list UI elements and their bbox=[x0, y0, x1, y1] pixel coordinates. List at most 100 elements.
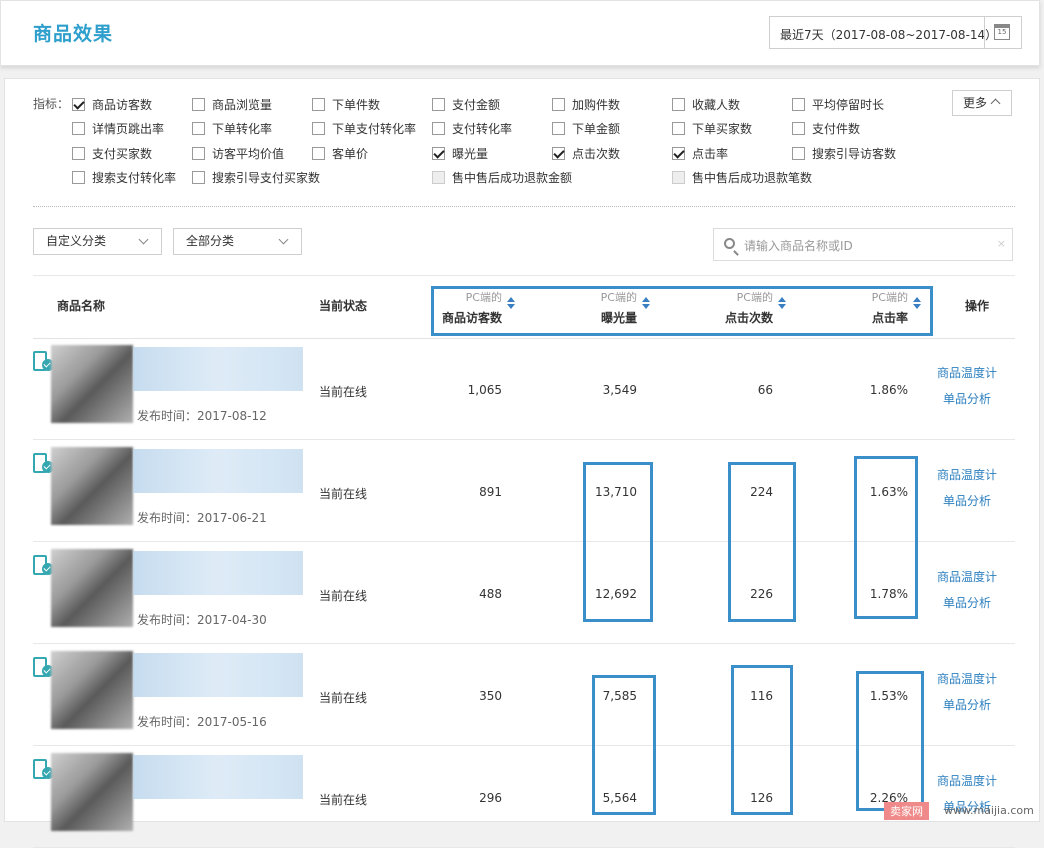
temperature-link[interactable]: 商品温度计 bbox=[937, 772, 997, 789]
publish-time: 发布时间：2017-06-21 bbox=[137, 511, 267, 525]
metric-checkbox[interactable] bbox=[432, 146, 445, 160]
metric-option[interactable]: 平均停留时长 bbox=[792, 96, 884, 112]
metric-option[interactable]: 曝光量 bbox=[432, 145, 488, 161]
ctr-highlight-box-2 bbox=[856, 671, 924, 811]
metric-option[interactable]: 支付买家数 bbox=[72, 145, 152, 161]
metric-option[interactable]: 点击率 bbox=[672, 145, 728, 161]
single-analysis-link[interactable]: 单品分析 bbox=[943, 390, 991, 407]
status-text: 当前在线 bbox=[319, 589, 368, 603]
metric-option[interactable]: 支付转化率 bbox=[432, 120, 512, 136]
metric-label: 商品浏览量 bbox=[212, 97, 273, 112]
date-range-text: 最近7天（2017-08-08~2017-08-14） bbox=[780, 28, 998, 42]
temperature-link[interactable]: 商品温度计 bbox=[937, 670, 997, 687]
metric-checkbox[interactable] bbox=[552, 146, 565, 160]
metric-checkbox[interactable] bbox=[432, 121, 445, 135]
metric-checkbox[interactable] bbox=[432, 97, 445, 111]
metric-option[interactable]: 支付件数 bbox=[792, 120, 860, 136]
status-text: 当前在线 bbox=[319, 793, 368, 807]
temperature-link[interactable]: 商品温度计 bbox=[937, 568, 997, 585]
metric-checkbox[interactable] bbox=[72, 121, 85, 135]
product-thumbnail[interactable] bbox=[51, 651, 133, 729]
product-title-blurred[interactable] bbox=[133, 653, 303, 697]
metric-option[interactable]: 下单件数 bbox=[312, 96, 380, 112]
metric-option[interactable]: 加购件数 bbox=[552, 96, 620, 112]
metric-label: 支付件数 bbox=[812, 121, 861, 136]
exposure-value: 3,549 bbox=[602, 383, 637, 397]
product-title-blurred[interactable] bbox=[133, 755, 303, 799]
metric-checkbox[interactable] bbox=[192, 146, 205, 160]
metric-option[interactable]: 搜索支付转化率 bbox=[72, 169, 176, 185]
status-text: 当前在线 bbox=[319, 487, 368, 501]
publish-time: 发布时间：2017-05-16 bbox=[137, 715, 267, 729]
metric-label: 商品访客数 bbox=[92, 97, 153, 112]
metric-checkbox[interactable] bbox=[72, 97, 85, 111]
watermark-url: www.maijia.com bbox=[944, 804, 1034, 817]
product-title-blurred[interactable] bbox=[133, 449, 303, 493]
metric-option[interactable]: 访客平均价值 bbox=[192, 145, 284, 161]
metric-option: 售中售后成功退款笔数 bbox=[672, 169, 812, 185]
metric-checkbox[interactable] bbox=[552, 121, 565, 135]
metric-checkbox[interactable] bbox=[792, 121, 805, 135]
metric-checkbox[interactable] bbox=[552, 97, 565, 111]
date-range-picker[interactable]: 最近7天（2017-08-08~2017-08-14） 15 bbox=[769, 16, 1022, 49]
product-thumbnail[interactable] bbox=[51, 447, 133, 525]
single-analysis-link[interactable]: 单品分析 bbox=[943, 492, 991, 509]
temperature-link[interactable]: 商品温度计 bbox=[937, 364, 997, 381]
metric-option[interactable]: 客单价 bbox=[312, 145, 368, 161]
metric-checkbox[interactable] bbox=[312, 121, 325, 135]
metric-option[interactable]: 收藏人数 bbox=[672, 96, 740, 112]
metric-checkbox[interactable] bbox=[672, 146, 685, 160]
metric-checkbox[interactable] bbox=[192, 97, 205, 111]
metric-option[interactable]: 支付金额 bbox=[432, 96, 500, 112]
metric-checkbox[interactable] bbox=[792, 97, 805, 111]
product-thumbnail[interactable] bbox=[51, 753, 133, 831]
clear-icon[interactable]: × bbox=[997, 237, 1006, 250]
watermark-logo: 卖家网 bbox=[884, 802, 929, 820]
custom-category-select[interactable]: 自定义分类 bbox=[33, 228, 162, 255]
search-input[interactable] bbox=[742, 235, 986, 257]
metric-option[interactable]: 商品浏览量 bbox=[192, 96, 272, 112]
single-analysis-link[interactable]: 单品分析 bbox=[943, 594, 991, 611]
product-thumbnail[interactable] bbox=[51, 549, 133, 627]
col-status: 当前状态 bbox=[319, 299, 368, 313]
metric-option[interactable]: 搜索引导访客数 bbox=[792, 145, 896, 161]
metric-checkbox[interactable] bbox=[312, 146, 325, 160]
product-search[interactable]: × bbox=[713, 228, 1013, 261]
chevron-down-icon bbox=[278, 234, 289, 245]
metric-option[interactable]: 搜索引导支付买家数 bbox=[192, 169, 320, 185]
ctr-highlight-box-1 bbox=[854, 456, 918, 619]
metric-option[interactable]: 详情页跳出率 bbox=[72, 120, 164, 136]
metric-option[interactable]: 下单转化率 bbox=[192, 120, 272, 136]
metric-checkbox[interactable] bbox=[72, 170, 85, 184]
metric-option[interactable]: 下单买家数 bbox=[672, 120, 752, 136]
metric-option[interactable]: 点击次数 bbox=[552, 145, 620, 161]
product-title-blurred[interactable] bbox=[133, 551, 303, 595]
metric-option[interactable]: 下单支付转化率 bbox=[312, 120, 416, 136]
metric-checkbox[interactable] bbox=[72, 146, 85, 160]
metric-checkbox[interactable] bbox=[192, 121, 205, 135]
clicks-value: 66 bbox=[757, 383, 773, 397]
metric-option[interactable]: 下单金额 bbox=[552, 120, 620, 136]
metric-checkbox[interactable] bbox=[312, 97, 325, 111]
more-button[interactable]: 更多 bbox=[952, 90, 1012, 116]
metric-option[interactable]: 商品访客数 bbox=[72, 96, 152, 112]
product-title-blurred[interactable] bbox=[133, 347, 303, 391]
metric-checkbox[interactable] bbox=[192, 170, 205, 184]
metric-label: 搜索支付转化率 bbox=[92, 170, 177, 185]
product-effect-panel: 指标： 商品访客数 商品浏览量 下单件数 支付金额 加购件数 收藏人数 平均停留时长 详情页跳… bbox=[4, 78, 1040, 848]
chevron-up-icon bbox=[990, 98, 1001, 109]
calendar-button[interactable]: 15 bbox=[984, 17, 1021, 48]
watermark: 卖家网 www.maijia.com bbox=[884, 800, 1044, 822]
metric-label: 曝光量 bbox=[452, 146, 489, 161]
all-category-select[interactable]: 全部分类 bbox=[173, 228, 302, 255]
single-analysis-link[interactable]: 单品分析 bbox=[943, 696, 991, 713]
visitors-value: 488 bbox=[479, 587, 502, 601]
metric-label: 平均停留时长 bbox=[812, 97, 885, 112]
metric-checkbox[interactable] bbox=[672, 121, 685, 135]
metric-checkbox[interactable] bbox=[792, 146, 805, 160]
metric-checkbox bbox=[432, 170, 445, 184]
calendar-icon: 15 bbox=[994, 24, 1010, 40]
temperature-link[interactable]: 商品温度计 bbox=[937, 466, 997, 483]
metric-checkbox[interactable] bbox=[672, 97, 685, 111]
product-thumbnail[interactable] bbox=[51, 345, 133, 423]
